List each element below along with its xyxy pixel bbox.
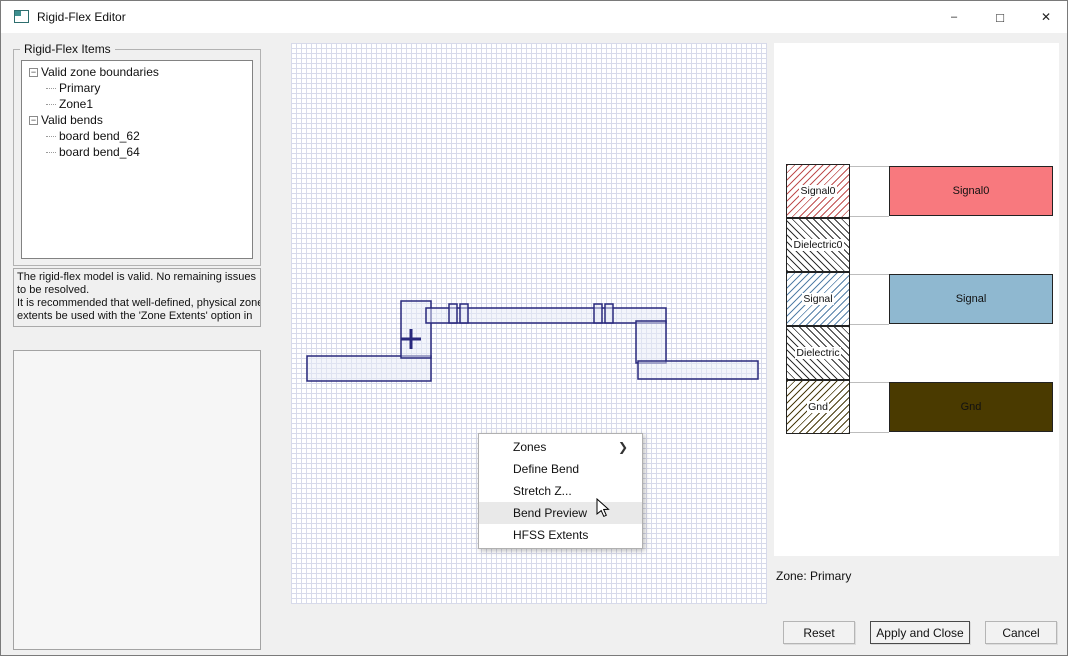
- stackup-panel: Signal0 Dielectric0 Signal Dielectric Gn…: [774, 43, 1059, 556]
- tree-item-label: Primary: [59, 81, 101, 95]
- layer-label: Signal0: [952, 185, 990, 197]
- rigid-flex-tree: − Valid zone boundaries Primary Zone1 − …: [21, 60, 253, 259]
- board-segment: [637, 360, 759, 380]
- menu-item-define-bend[interactable]: Define Bend: [479, 458, 642, 480]
- rigid-flex-editor-window: Rigid-Flex Editor – □ ✕ Rigid-Flex Items…: [0, 0, 1068, 656]
- message-line: extents be used with the 'Zone Extents' …: [17, 310, 253, 322]
- layer-label: Signal0: [799, 185, 837, 197]
- layer-label: Signal: [802, 293, 834, 305]
- message-line: The rigid-flex model is valid. No remain…: [17, 271, 257, 283]
- layer-label: Gnd: [960, 401, 982, 413]
- close-button[interactable]: ✕: [1023, 1, 1067, 33]
- apply-and-close-button[interactable]: Apply and Close: [870, 621, 970, 644]
- minimize-button[interactable]: –: [931, 1, 977, 33]
- menu-item-zones[interactable]: Zones ❯: [479, 436, 642, 458]
- title-bar: Rigid-Flex Editor – □ ✕: [1, 1, 1067, 33]
- board-segment: [635, 320, 667, 364]
- menu-item-label: Define Bend: [513, 462, 580, 476]
- layer-label: Signal: [955, 293, 987, 305]
- minimize-icon: –: [950, 11, 958, 23]
- stackup-layer-gnd[interactable]: Gnd: [786, 380, 850, 434]
- menu-item-label: Bend Preview: [513, 506, 588, 520]
- app-icon: [14, 10, 29, 23]
- bend-marker: [448, 303, 458, 324]
- layer-connector-line: [850, 324, 889, 325]
- tree-guide-line: [46, 103, 56, 105]
- layer-connector-line: [850, 382, 889, 383]
- board-segment: [306, 355, 432, 382]
- layer-label: Dielectric0: [792, 239, 844, 251]
- properties-panel: [13, 350, 261, 650]
- bend-marker: [604, 303, 614, 324]
- validation-message: The rigid-flex model is valid. No remain…: [13, 268, 261, 327]
- tree-item-valid-bends[interactable]: − Valid bends: [22, 112, 252, 128]
- menu-item-bend-preview[interactable]: Bend Preview: [479, 502, 642, 524]
- tree-guide-line: [46, 151, 56, 153]
- layer-label: Gnd: [807, 401, 829, 413]
- zone-label: Zone: Primary: [776, 569, 852, 583]
- layer-connector-line: [850, 166, 889, 167]
- bend-marker: [593, 303, 603, 324]
- tree-item-board-bend-62[interactable]: board bend_62: [22, 128, 252, 144]
- message-line: It is recommended that well-defined, phy…: [17, 297, 261, 309]
- menu-item-label: HFSS Extents: [513, 528, 589, 542]
- reset-button[interactable]: Reset: [783, 621, 855, 644]
- stackup-layer-signal[interactable]: Signal: [786, 272, 850, 326]
- stackup-layer-dielectric[interactable]: Dielectric: [786, 326, 850, 380]
- submenu-arrow-icon: ❯: [617, 440, 628, 454]
- layer-connector-line: [850, 274, 889, 275]
- stackup-layer-dielectric0[interactable]: Dielectric0: [786, 218, 850, 272]
- tree-item-primary[interactable]: Primary: [22, 80, 252, 96]
- close-icon: ✕: [1040, 10, 1052, 24]
- tree-item-label: board bend_62: [59, 129, 140, 143]
- layer-color-swatch-signal[interactable]: Signal: [889, 274, 1053, 324]
- stackup-layer-signal0[interactable]: Signal0: [786, 164, 850, 218]
- tree-item-board-bend-64[interactable]: board bend_64: [22, 144, 252, 160]
- bend-marker: [459, 303, 469, 324]
- menu-item-label: Zones: [513, 440, 547, 454]
- tree-item-label: Valid zone boundaries: [41, 65, 159, 79]
- layer-connector-line: [850, 216, 889, 217]
- tree-guide-line: [46, 135, 56, 137]
- layer-color-swatch-gnd[interactable]: Gnd: [889, 382, 1053, 432]
- tree-item-label: board bend_64: [59, 145, 140, 159]
- collapse-icon[interactable]: −: [29, 115, 38, 125]
- collapse-icon[interactable]: −: [29, 67, 38, 77]
- group-title: Rigid-Flex Items: [20, 42, 115, 56]
- layer-connector-line: [850, 432, 889, 433]
- maximize-button[interactable]: □: [977, 1, 1023, 33]
- tree-item-label: Zone1: [59, 97, 94, 111]
- mouse-cursor-icon: [596, 498, 610, 518]
- menu-item-hfss-extents[interactable]: HFSS Extents: [479, 524, 642, 546]
- menu-item-label: Stretch Z...: [513, 484, 572, 498]
- rigid-flex-items-group: Rigid-Flex Items − Valid zone boundaries…: [13, 42, 261, 266]
- tree-item-valid-zone-boundaries[interactable]: − Valid zone boundaries: [22, 64, 252, 80]
- window-title: Rigid-Flex Editor: [37, 10, 126, 24]
- layer-color-swatch-signal0[interactable]: Signal0: [889, 166, 1053, 216]
- context-menu: Zones ❯ Define Bend Stretch Z... Bend Pr…: [478, 433, 643, 549]
- maximize-icon: □: [996, 9, 1004, 25]
- tree-item-zone1[interactable]: Zone1: [22, 96, 252, 112]
- cancel-button[interactable]: Cancel: [985, 621, 1057, 644]
- message-line: to be resolved.: [17, 284, 90, 296]
- menu-item-stretch-z[interactable]: Stretch Z...: [479, 480, 642, 502]
- tree-guide-line: [46, 87, 56, 89]
- layer-label: Dielectric: [795, 347, 841, 359]
- tree-item-label: Valid bends: [41, 113, 103, 127]
